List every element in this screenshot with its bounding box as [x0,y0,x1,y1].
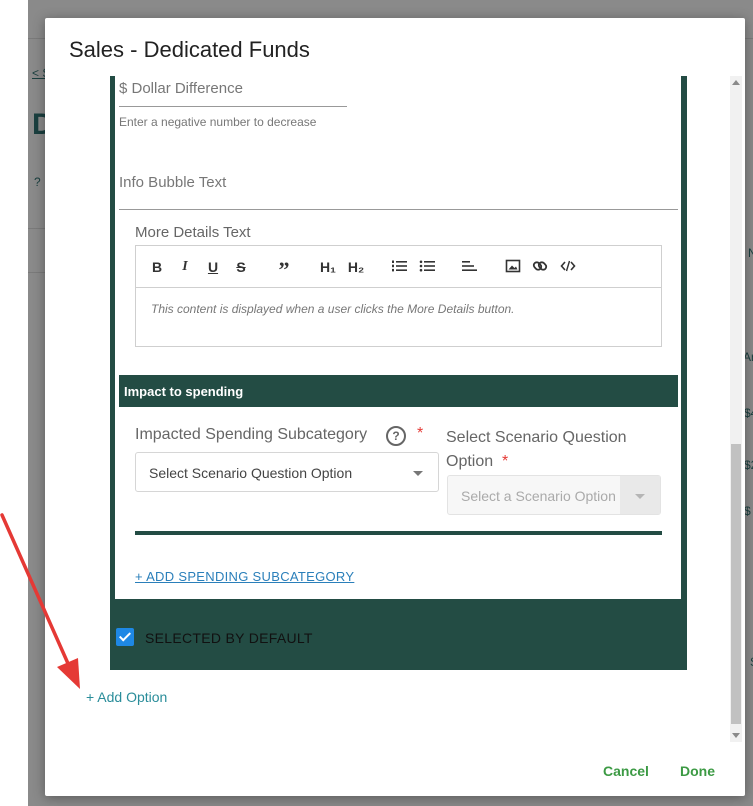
editor-placeholder: This content is displayed when a user cl… [151,302,515,316]
bg-frag-right: $2 [744,458,753,472]
question-option-select[interactable]: Select a Scenario Option [447,475,661,515]
scroll-up-icon[interactable] [732,80,740,85]
bg-frag-right: N [748,246,753,260]
impact-section-title: Impact to spending [124,384,244,399]
options-dialog: Sales - Dedicated Funds $ Dollar Differe… [45,18,745,796]
blockquote-button[interactable]: ” [276,258,292,282]
question-option-select-toggle[interactable] [620,476,660,514]
editor-toolbar: B I U S ” H₁ H₂ [136,246,661,288]
dollar-difference-label: $ Dollar Difference [119,80,243,97]
underline-button[interactable]: U [206,258,220,276]
option-card: $ Dollar Difference Enter a negative num… [110,76,687,670]
subcategory-label: Impacted Spending Subcategory [135,426,368,443]
dialog-footer: Cancel Done [45,742,745,796]
info-bubble-input[interactable] [119,209,678,210]
bold-button[interactable]: B [150,258,164,276]
align-left-icon[interactable] [461,258,477,276]
bg-frag-right: $ [744,504,751,518]
left-gutter [0,0,28,806]
section-divider [135,531,662,535]
dialog-scrollbar[interactable] [730,76,742,742]
dialog-body: $ Dollar Difference Enter a negative num… [45,76,745,742]
cancel-button[interactable]: Cancel [603,763,649,779]
heading2-button[interactable]: H₂ [345,258,367,276]
more-details-label: More Details Text [135,224,251,241]
done-button[interactable]: Done [680,763,715,779]
option-card-content: $ Dollar Difference Enter a negative num… [115,76,681,599]
scroll-down-icon[interactable] [732,733,740,738]
required-marker: * [417,425,424,442]
selected-by-default-label: SELECTED BY DEFAULT [145,630,313,646]
subcategory-select-value: Select Scenario Question Option [149,465,353,481]
chevron-down-icon [635,494,645,499]
bg-help-icon: ? [34,175,41,189]
heading1-button[interactable]: H₁ [317,258,339,276]
question-option-label: Select Scenario Question Option * [446,426,656,474]
dialog-title: Sales - Dedicated Funds [69,37,310,62]
bullet-list-icon[interactable] [419,258,435,276]
selected-by-default-checkbox[interactable] [116,628,134,646]
code-view-icon[interactable] [560,258,576,276]
image-icon[interactable] [505,258,521,276]
dollar-difference-hint: Enter a negative number to decrease [119,115,317,129]
scroll-thumb[interactable] [731,444,741,724]
ordered-list-icon[interactable] [391,258,407,276]
italic-button[interactable]: I [178,258,192,276]
question-option-select-value: Select a Scenario Option [461,488,616,504]
required-marker: * [502,453,509,470]
help-icon[interactable]: ? [386,426,406,446]
subcategory-select[interactable]: Select Scenario Question Option [135,452,439,492]
chevron-down-icon [413,471,423,476]
question-option-label-text: Select Scenario Question Option [446,429,627,470]
link-icon[interactable] [532,258,548,276]
more-details-editor[interactable]: B I U S ” H₁ H₂ This content is displaye… [135,245,662,347]
bg-frag-right: $4 [744,406,753,420]
add-spending-subcategory-link[interactable]: + ADD SPENDING SUBCATEGORY [135,569,354,584]
impact-section-header: Impact to spending [119,375,678,407]
dollar-difference-input[interactable] [119,106,347,107]
strikethrough-button[interactable]: S [234,258,248,276]
info-bubble-label: Info Bubble Text [119,174,227,191]
add-option-link[interactable]: + Add Option [86,689,167,705]
